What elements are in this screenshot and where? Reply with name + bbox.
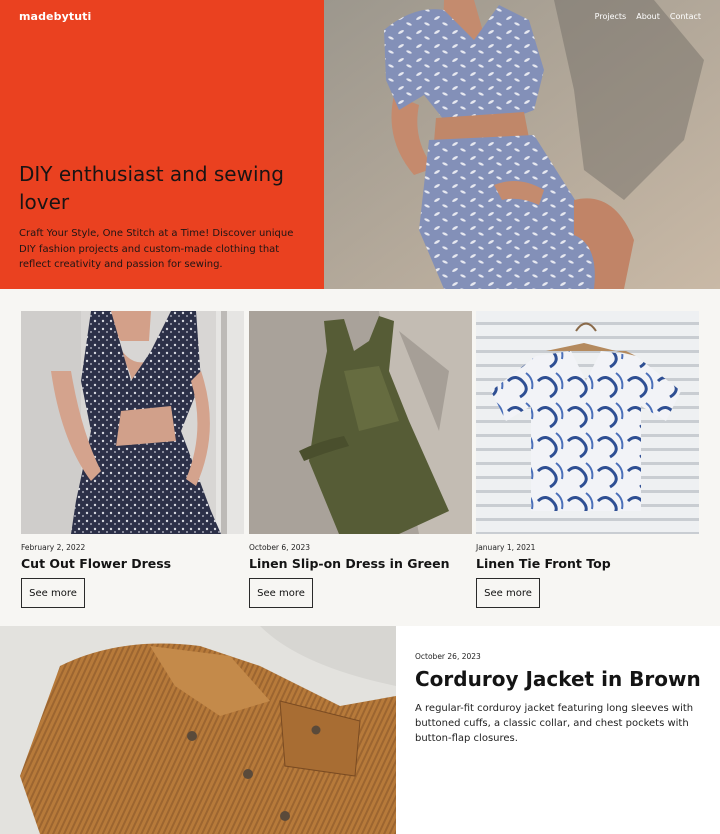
nav-item-projects[interactable]: Projects [595,12,627,21]
featured-project-content: October 26, 2023 Corduroy Jacket in Brow… [415,652,705,746]
project-date: February 2, 2022 [21,543,86,552]
project-title[interactable]: Linen Slip-on Dress in Green [249,556,472,571]
see-more-button[interactable]: See more [21,578,85,608]
see-more-button[interactable]: See more [249,578,313,608]
project-card: October 6, 2023 Linen Slip-on Dress in G… [249,311,472,608]
featured-project: October 26, 2023 Corduroy Jacket in Brow… [0,626,720,834]
see-more-button[interactable]: See more [476,578,540,608]
hero-section: madebytuti DIY enthusiast and sewing lov… [0,0,720,289]
project-date: October 6, 2023 [249,543,311,552]
project-card: February 2, 2022 Cut Out Flower Dress Se… [21,311,244,608]
hero-photo: Projects About Contact [324,0,720,289]
featured-project-date: October 26, 2023 [415,652,481,661]
projects-grid: February 2, 2022 Cut Out Flower Dress Se… [21,311,699,611]
project-title[interactable]: Linen Tie Front Top [476,556,699,571]
project-image-linen-tie-front-top[interactable] [476,311,699,534]
hero-description: Craft Your Style, One Stitch at a Time! … [19,228,294,270]
project-card: January 1, 2021 Linen Tie Front Top See … [476,311,699,608]
project-image-cut-out-flower-dress[interactable] [21,311,244,534]
nav-item-about[interactable]: About [636,12,660,21]
nav-item-contact[interactable]: Contact [670,12,701,21]
hero-model-illustration [324,0,720,289]
featured-project-image[interactable] [0,626,396,834]
main-nav: Projects About Contact [595,12,701,21]
hero-panel: madebytuti DIY enthusiast and sewing lov… [0,0,324,289]
site-logo[interactable]: madebytuti [19,10,91,23]
hero-title: DIY enthusiast and sewing lover [19,162,284,214]
project-image-linen-slip-on-dress[interactable] [249,311,472,534]
project-date: January 1, 2021 [476,543,536,552]
project-title[interactable]: Cut Out Flower Dress [21,556,244,571]
featured-project-description: A regular-fit corduroy jacket featuring … [415,703,694,744]
featured-project-title[interactable]: Corduroy Jacket in Brown [415,667,705,691]
